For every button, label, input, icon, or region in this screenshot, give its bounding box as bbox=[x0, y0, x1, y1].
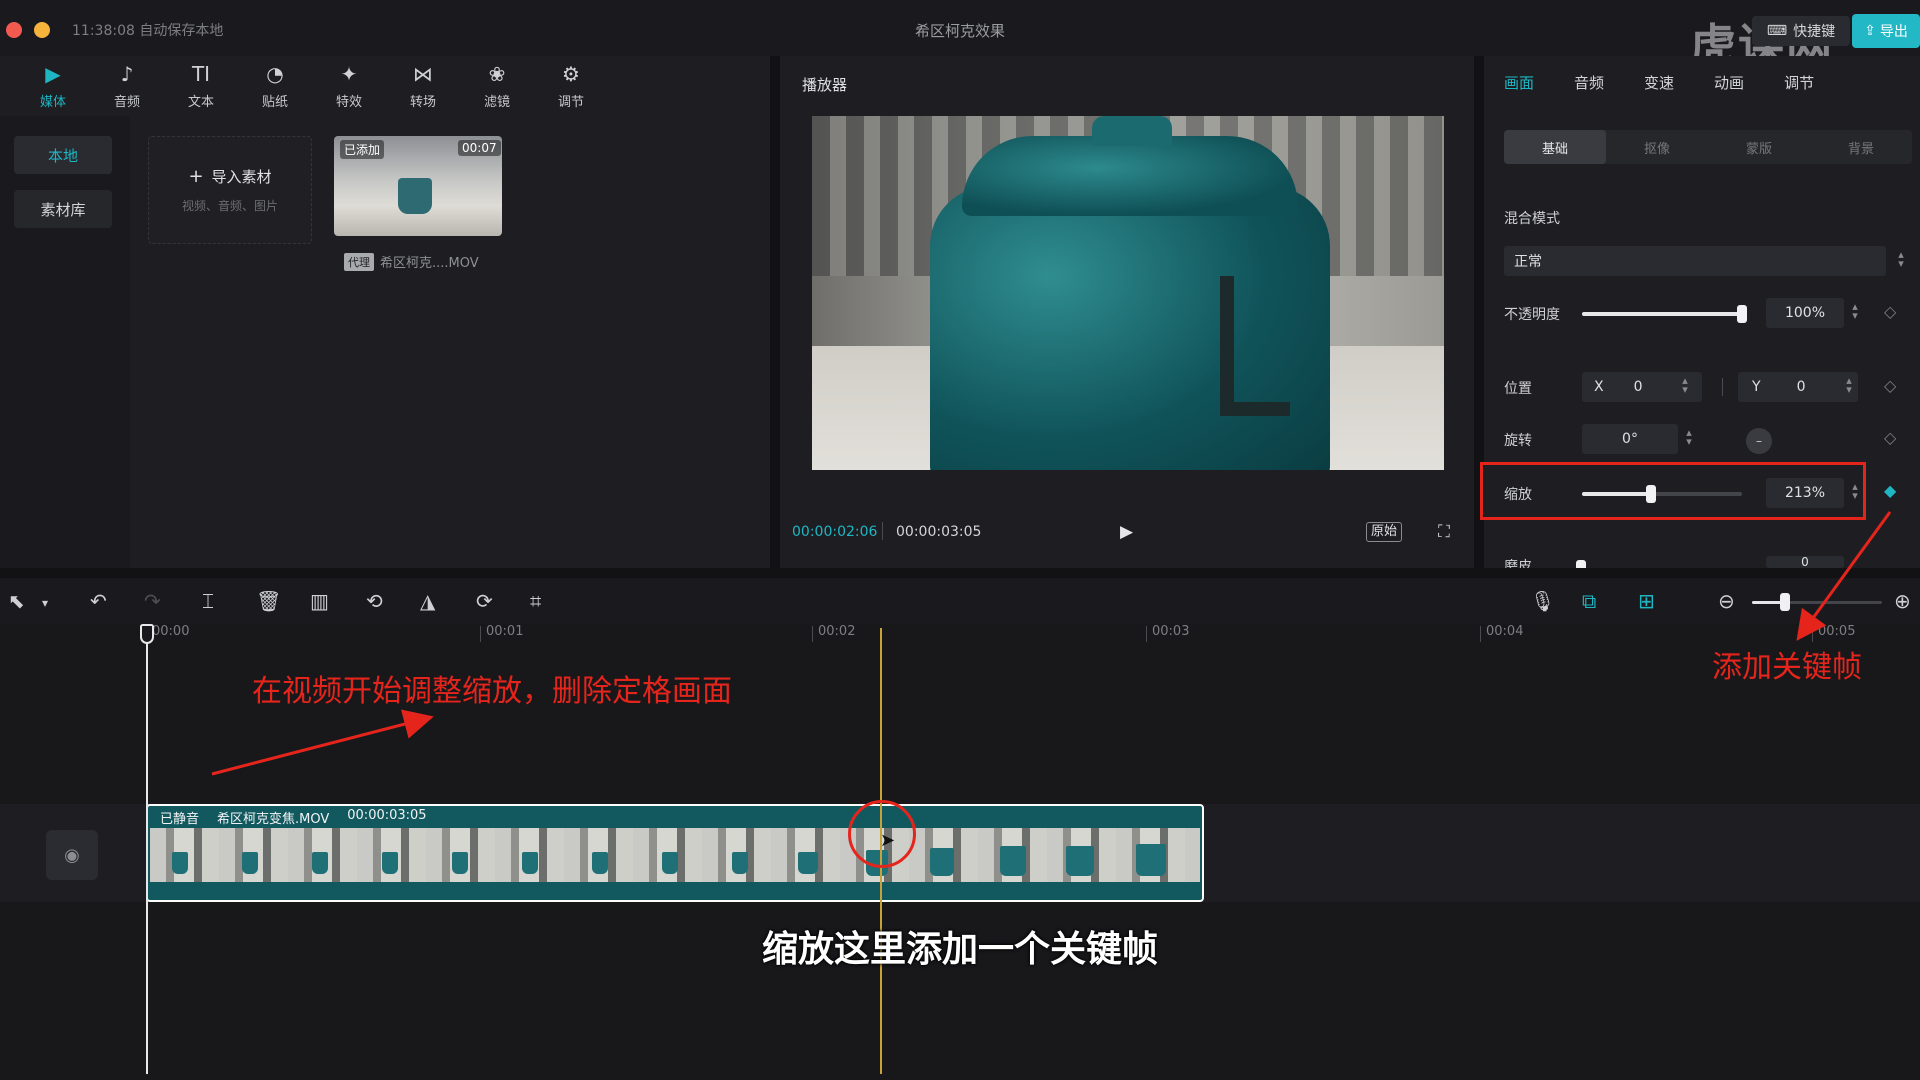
annotation-arrows bbox=[211, 511, 1892, 776]
arrow-to-keyframe bbox=[1796, 511, 1892, 641]
arrow-to-timeline-start bbox=[211, 709, 434, 776]
